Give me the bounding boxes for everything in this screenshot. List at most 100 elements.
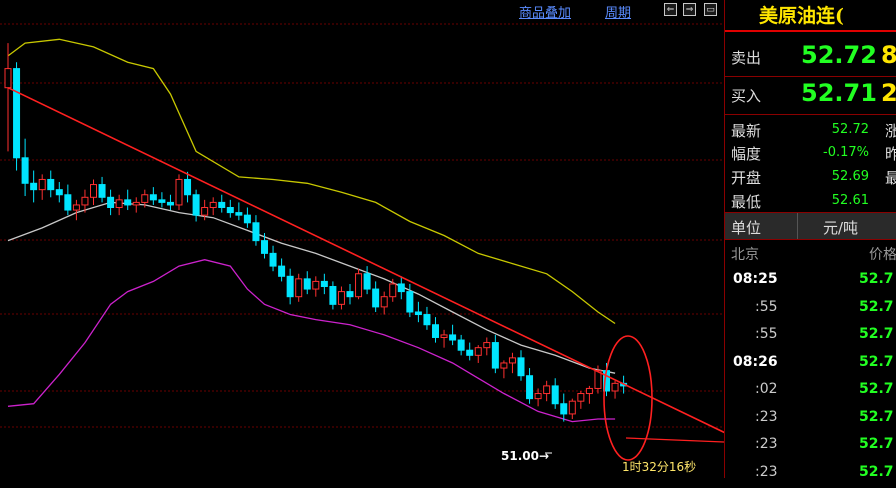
stat-row-open: 开盘 52.69 最 [725,165,896,187]
ticks-header: 北京 价格 [725,244,896,264]
lower-band-line [7,259,616,423]
candle-body [346,291,354,298]
tick-time: :23 [755,408,778,425]
candlestick [269,245,277,272]
candlestick [295,273,303,302]
candle-body [81,196,89,206]
tick-price: 52.7 [859,408,894,425]
candlestick [611,380,619,399]
candle-body [115,199,123,208]
tick-price: 52.7 [859,326,894,342]
candle-body [466,349,474,356]
candle-body [175,178,183,206]
candlestick [508,352,516,374]
stat-label: 开盘 [731,169,762,187]
ticks-header-price: 价格 [869,247,896,263]
candle-body [226,206,234,214]
candle-body [38,178,46,191]
candle-body [184,178,192,196]
tick-row[interactable]: :02 52.7 [725,378,896,405]
candle-body [209,201,217,208]
candlestick [235,202,243,221]
scroll-left-button[interactable]: ⇐ [664,3,677,16]
candle-body [21,157,29,184]
candlestick [320,273,328,295]
candlestick [98,176,106,203]
overlay-commodity-link[interactable]: 商品叠加 [519,2,571,21]
tick-row[interactable]: :55 52.7 [725,296,896,323]
tick-row[interactable]: :23 52.7 [725,461,896,488]
stat-row-change: 幅度 -0.17% 昨 [725,141,896,163]
candlestick [560,393,568,422]
candle-body [372,288,380,308]
scroll-right-button[interactable]: ⇒ [683,3,696,16]
candle-body [312,280,320,290]
tick-row[interactable]: 08:25 52.7 [725,268,896,295]
candle-body [526,375,534,400]
candlestick [132,197,140,213]
stat-row-latest: 最新 52.72 涨 [725,118,896,140]
candle-body [72,204,80,211]
stat-label-right: 涨 [885,122,896,140]
sell-price: 52.72 [801,41,877,69]
candle-body [363,273,371,290]
tick-time: :23 [755,463,778,480]
kline-chart-area[interactable]: 商品叠加 周期 ⇐ ⇒ ▭ 51.00→ 1时32分16秒 [0,0,724,478]
candlestick [4,43,12,152]
stat-row-low: 最低 52.61 [725,189,896,211]
candle-body [286,275,294,298]
candlestick [491,334,499,374]
candlestick [423,306,431,330]
candle-body [90,184,97,198]
tick-price: 52.7 [859,298,894,315]
tick-price: 52.7 [859,381,894,397]
instrument-title: 美原油连( [725,0,896,32]
candlestick [585,385,593,404]
tick-price: 52.7 [859,463,894,480]
candlestick [474,345,482,363]
tick-time: :02 [755,381,778,397]
candle-body [141,194,149,203]
tick-row[interactable]: :55 52.7 [725,323,896,350]
tick-price: 52.7 [859,353,894,370]
candle-body [149,194,157,201]
tick-time: 08:26 [733,353,778,370]
tick-row[interactable]: :23 52.7 [725,406,896,433]
period-link[interactable]: 周期 [605,2,631,21]
candle-body [261,240,268,254]
candle-body [423,314,431,326]
candle-body [107,196,115,208]
tick-price: 52.7 [859,271,894,287]
candlestick [397,276,405,300]
candle-body [432,324,439,338]
candle-body [235,212,243,216]
candlestick [107,189,115,216]
candle-body [440,334,448,338]
stat-value: 52.61 [831,193,869,208]
stat-label: 最新 [731,122,762,140]
tick-time: :23 [755,436,778,452]
candlestick [432,317,439,343]
tick-row[interactable]: :23 52.7 [725,433,896,460]
candle-body [483,342,491,349]
candle-body [389,283,397,298]
candle-body [64,194,72,211]
buy-label: 买入 [731,87,762,105]
candle-body [508,357,516,364]
window-toggle-button[interactable]: ▭ [704,3,717,16]
candle-body [98,184,106,198]
candle-body [132,201,140,206]
buy-row: 买入 52.71 2 [725,76,896,115]
candle-body [397,283,405,293]
tick-row[interactable]: 08:26 52.7 [725,351,896,378]
candle-body [295,278,303,298]
projection-line [625,437,724,443]
candle-body [551,385,559,405]
unit-value: 元/吨 [823,219,859,237]
unit-row: 单位 元/吨 [725,212,896,240]
candle-body [517,357,525,377]
kline-chart[interactable] [0,0,724,478]
candle-body [4,68,12,89]
candlestick [21,138,29,197]
quote-panel: 美原油连( 卖出 52.72 8 买入 52.71 2 最新 52.72 涨 幅… [724,0,896,480]
